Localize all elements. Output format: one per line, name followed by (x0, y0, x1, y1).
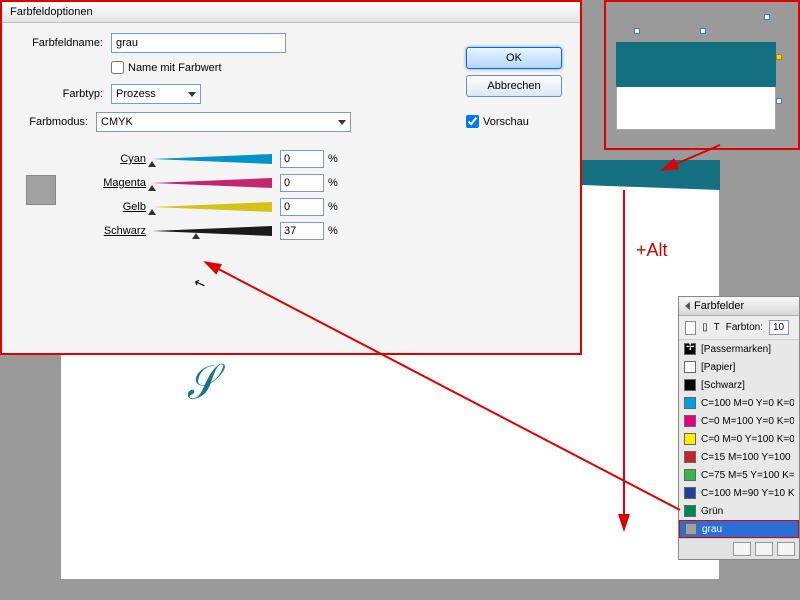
swatch-row[interactable]: C=0 M=100 Y=0 K=0 (679, 412, 799, 430)
cyan-slider[interactable] (152, 154, 272, 164)
swatch-color-preview (26, 175, 56, 205)
schwarz-slider[interactable] (152, 226, 272, 236)
name-label: Farbfeldname: (16, 37, 111, 49)
schwarz-slider-row: Schwarz% (94, 222, 566, 240)
fill-swatch-icon[interactable] (685, 321, 696, 335)
ok-button[interactable]: OK (466, 47, 562, 69)
zoom-thumbnail (604, 0, 800, 150)
magenta-label: Magenta (94, 177, 152, 189)
colortype-select[interactable]: Prozess (111, 84, 201, 104)
swatches-panel: Farbfelder ▯ T Farbton: [Passermarken][P… (678, 296, 800, 560)
colortype-label: Farbtyp: (16, 88, 111, 100)
delete-swatch-icon[interactable] (777, 542, 795, 556)
swatch-name-input[interactable] (111, 33, 286, 53)
swatch-row[interactable]: C=100 M=90 Y=10 K=0 (679, 484, 799, 502)
gelb-label: Gelb (94, 201, 152, 213)
swatch-row[interactable]: Grün (679, 502, 799, 520)
tint-label: Farbton: (726, 322, 763, 333)
swatch-row[interactable]: C=100 M=0 Y=0 K=0 (679, 394, 799, 412)
cursor-icon: ↖ (191, 274, 208, 294)
cyan-value-input[interactable] (280, 150, 324, 168)
magenta-value-input[interactable] (280, 174, 324, 192)
magenta-slider-row: Magenta% (94, 174, 566, 192)
magenta-slider[interactable] (152, 178, 272, 188)
swatch-row[interactable]: [Schwarz] (679, 376, 799, 394)
cancel-button[interactable]: Abbrechen (466, 75, 562, 97)
gelb-value-input[interactable] (280, 198, 324, 216)
cyan-slider-row: Cyan% (94, 150, 566, 168)
swatch-row[interactable]: [Papier] (679, 358, 799, 376)
preview-checkbox[interactable]: Vorschau (466, 115, 529, 128)
cyan-label: Cyan (94, 153, 152, 165)
swatch-row[interactable]: C=75 M=5 Y=100 K=0 (679, 466, 799, 484)
alt-hint-annotation: +Alt (636, 240, 668, 261)
schwarz-value-input[interactable] (280, 222, 324, 240)
name-with-value-checkbox[interactable]: Name mit Farbwert (111, 61, 222, 74)
new-swatch-icon[interactable] (733, 542, 751, 556)
schwarz-label: Schwarz (94, 225, 152, 237)
swatch-row[interactable]: grau (679, 520, 799, 538)
tint-input[interactable] (769, 320, 789, 335)
swatch-options-dialog: Farbfeldoptionen Farbfeldname: Name mit … (0, 0, 582, 355)
colormode-label: Farbmodus: (16, 116, 96, 128)
swatch-row[interactable]: C=15 M=100 Y=100 K= (679, 448, 799, 466)
swatches-panel-title: Farbfelder (679, 297, 799, 316)
new-swatch-button[interactable] (755, 542, 773, 556)
colormode-select[interactable]: CMYK (96, 112, 351, 132)
dialog-title: Farbfeldoptionen (2, 2, 580, 23)
swatch-row[interactable]: C=0 M=0 Y=100 K=0 (679, 430, 799, 448)
gelb-slider-row: Gelb% (94, 198, 566, 216)
swatch-row[interactable]: [Passermarken] (679, 340, 799, 358)
gelb-slider[interactable] (152, 202, 272, 212)
